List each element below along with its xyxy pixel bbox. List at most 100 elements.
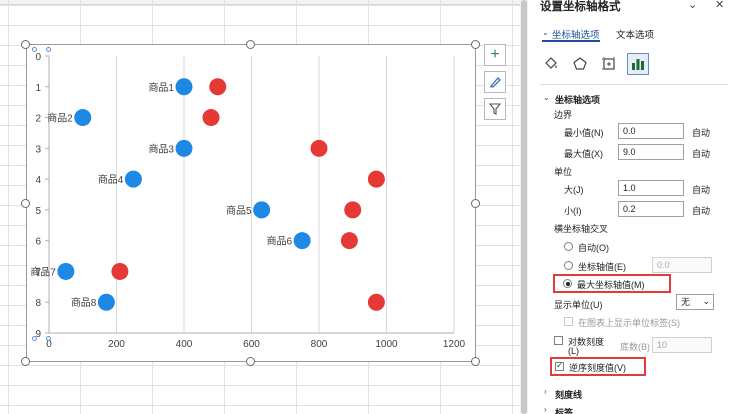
log-base-input[interactable]: 10 (652, 337, 712, 353)
end-point (340, 232, 358, 250)
major-auto-button[interactable]: 自动 (692, 183, 710, 196)
minor-auto-button[interactable]: 自动 (692, 204, 710, 217)
axis-options-button[interactable] (627, 53, 649, 75)
row-gridline (0, 25, 520, 26)
filter-icon (488, 103, 502, 115)
column-gridline (512, 0, 513, 414)
labels-chevron-icon[interactable]: › (544, 405, 547, 414)
cross-value-radio[interactable] (564, 261, 573, 270)
category-label: 商品1 (148, 81, 174, 94)
pentagon-icon (573, 57, 587, 70)
category-label: 商品2 (47, 112, 73, 125)
log-scale-checkbox[interactable] (554, 336, 563, 345)
axis-handle-top-right[interactable] (46, 47, 51, 52)
vertical-scrollbar[interactable] (520, 0, 528, 414)
x-tick-label: 400 (176, 339, 193, 350)
resize-handle-bottom-center[interactable] (246, 357, 255, 366)
show-units-checkbox[interactable] (564, 317, 573, 326)
chevron-down-icon[interactable]: ⌄ (688, 0, 697, 11)
cross-value-label[interactable]: 坐标轴值(E) (578, 260, 626, 273)
show-units-label[interactable]: 在图表上显示单位标签(S) (578, 316, 680, 329)
column-gridline (8, 0, 9, 414)
section-chevron-icon[interactable]: ⌄ (543, 93, 550, 102)
display-units-value: 无 (681, 297, 691, 307)
y-tick-label: 3 (35, 144, 41, 155)
end-point (367, 293, 385, 311)
tick-marks-chevron-icon[interactable]: › (544, 387, 547, 396)
y-tick-label: 5 (35, 206, 41, 217)
close-icon[interactable]: ✕ (715, 0, 724, 11)
y-tick-label: 2 (35, 114, 41, 125)
units-label: 单位 (554, 167, 573, 177)
chart-area[interactable]: 0 200 400 600 800 1000 1200 0 1 2 3 4 5 6 7 8 9 商品1 商品2 商品3… (26, 44, 476, 362)
start-point (175, 78, 193, 96)
major-unit-input[interactable]: 1.0 (618, 180, 684, 196)
axis-crosses-label: 横坐标轴交叉 (554, 224, 609, 234)
cross-value-input[interactable]: 0.0 (652, 257, 712, 273)
range-bar-chart[interactable]: 0 200 400 600 800 1000 12000123456789商品1商品2商品3… (27, 45, 477, 363)
resize-handle-top-center[interactable] (246, 40, 255, 49)
format-axis-pane: 设置坐标轴格式 ⌄ ✕ ⌄ 坐标轴选项 文本选项 ⌄ 坐标轴选项 边界 最小值(… (528, 0, 737, 414)
cross-max-radio[interactable] (563, 279, 572, 288)
size-properties-button[interactable] (598, 53, 620, 75)
max-bound-input[interactable]: 9.0 (618, 144, 684, 160)
resize-handle-middle-right[interactable] (471, 199, 480, 208)
display-units-select[interactable]: 无 ⌄ (676, 294, 714, 310)
log-scale-label-key[interactable]: (L) (568, 346, 579, 356)
min-auto-button[interactable]: 自动 (692, 126, 710, 139)
start-point (175, 139, 193, 157)
start-point (124, 170, 142, 188)
tab-text-options[interactable]: 文本选项 (616, 27, 654, 41)
minor-unit-input[interactable]: 0.2 (618, 201, 684, 217)
start-point (97, 293, 115, 311)
section-axis-options[interactable]: 坐标轴选项 (555, 93, 600, 106)
start-point (74, 109, 92, 127)
x-tick-label: 200 (108, 339, 125, 350)
x-tick-label: 1000 (375, 339, 398, 350)
resize-handle-top-right[interactable] (471, 40, 480, 49)
category-label: 商品3 (148, 142, 174, 155)
end-point (310, 139, 328, 157)
max-auto-button[interactable]: 自动 (692, 147, 710, 160)
row-gridline (0, 5, 520, 6)
log-base-label: 底数(B) (620, 342, 650, 352)
effects-button[interactable] (569, 53, 591, 75)
cross-max-label[interactable]: 最大坐标轴值(M) (577, 278, 645, 291)
scrollbar-thumb[interactable] (521, 0, 527, 414)
min-bound-input[interactable]: 0.0 (618, 123, 684, 139)
axis-handle-bottom-right[interactable] (46, 336, 51, 341)
axis-handle-top-left[interactable] (32, 47, 37, 52)
active-tab-indicator (542, 40, 600, 42)
resize-handle-middle-left[interactable] (21, 199, 30, 208)
end-point (209, 78, 227, 96)
size-properties-icon (602, 57, 615, 70)
section-labels[interactable]: 标签 (555, 406, 573, 414)
resize-handle-bottom-left[interactable] (21, 357, 30, 366)
section-tick-marks[interactable]: 刻度线 (555, 388, 582, 401)
reverse-order-checkbox[interactable] (555, 360, 564, 371)
dropdown-arrow-icon: ⌄ (702, 296, 710, 306)
resize-handle-top-left[interactable] (21, 40, 30, 49)
row-gridline (0, 365, 520, 366)
axis-handle-bottom-left[interactable] (32, 336, 37, 341)
chart-elements-button[interactable]: + (484, 44, 506, 66)
category-label: 商品5 (226, 204, 252, 217)
minor-unit-label: 小(I) (564, 206, 582, 216)
display-units-label: 显示单位(U) (554, 300, 603, 310)
fill-line-button[interactable] (540, 53, 562, 75)
resize-handle-bottom-right[interactable] (471, 357, 480, 366)
tab-axis-options[interactable]: 坐标轴选项 (552, 27, 600, 41)
category-label: 商品8 (71, 296, 97, 309)
end-point (344, 201, 362, 219)
spreadsheet-area[interactable]: 0 200 400 600 800 1000 1200 0 1 2 3 4 5 6 7 8 9 商品1 商品2 商品3… (0, 0, 520, 414)
y-tick-label: 4 (35, 175, 41, 186)
x-tick-label: 800 (311, 339, 328, 350)
cross-auto-label[interactable]: 自动(O) (578, 241, 609, 254)
chart-filters-button[interactable] (484, 98, 506, 120)
chart-styles-button[interactable] (484, 71, 506, 93)
section-divider (540, 84, 728, 85)
reverse-order-label[interactable]: 逆序刻度值(V) (569, 361, 626, 374)
start-point (253, 201, 271, 219)
start-point (57, 262, 75, 280)
cross-auto-radio[interactable] (564, 242, 573, 251)
